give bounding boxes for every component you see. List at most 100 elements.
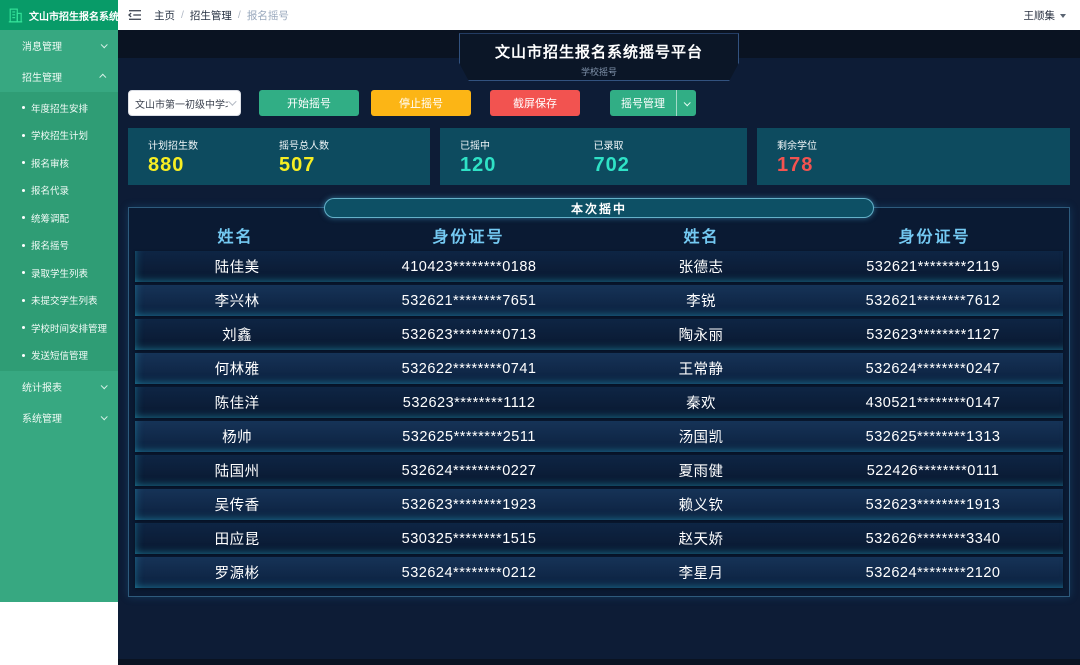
sidebar-subitem[interactable]: 报名审核 bbox=[0, 149, 118, 177]
bullet-icon bbox=[22, 326, 25, 330]
cell-id-number: 532621********7651 bbox=[401, 292, 537, 309]
cell-name: 刘鑫 bbox=[222, 328, 253, 344]
stat-panel: 已摇中 120 已录取 702 bbox=[440, 128, 747, 185]
cell-id-number: 522426********0111 bbox=[866, 462, 1000, 479]
bullet-icon bbox=[22, 133, 25, 137]
column-header: 姓名 bbox=[683, 229, 720, 246]
sidebar-subitem-label: 未提交学生列表 bbox=[31, 296, 98, 308]
stat-panel: 计划招生数 880 摇号总人数 507 bbox=[128, 128, 430, 185]
sidebar-group[interactable]: 消息管理 bbox=[0, 30, 118, 61]
sidebar-subitem[interactable]: 未提交学生列表 bbox=[0, 287, 118, 315]
school-select[interactable]: 文山市第一初级中学北校 bbox=[128, 90, 241, 116]
bullet-icon bbox=[22, 353, 25, 357]
sidebar-subitem-label: 学校招生计划 bbox=[31, 131, 89, 143]
lottery-manage-split-button: 摇号管理 bbox=[610, 90, 696, 116]
menu-collapse-icon[interactable] bbox=[128, 9, 142, 21]
stat-item: 剩余学位 178 bbox=[777, 137, 914, 177]
bullet-icon bbox=[22, 271, 25, 275]
cell-id-number: 532624********0247 bbox=[865, 360, 1001, 377]
cell-id-number: 530325********1515 bbox=[401, 530, 537, 547]
table-row: 李兴林 532621********7651 李锐 532621********761… bbox=[135, 285, 1063, 316]
cell-id-number: 532625********2511 bbox=[402, 428, 536, 445]
sidebar-group-label: 系统管理 bbox=[22, 414, 62, 425]
bullet-icon bbox=[22, 161, 25, 165]
start-lottery-button[interactable]: 开始摇号 bbox=[259, 90, 359, 116]
table-row: 杨帅 532625********2511 汤国凯 532625********131… bbox=[135, 421, 1063, 452]
table-row: 刘鑫 532623********0713 陶永丽 532623********112… bbox=[135, 319, 1063, 350]
table-row: 陆佳美 410423********0188 张德志 532621********21… bbox=[135, 251, 1063, 282]
bullet-icon bbox=[22, 216, 25, 220]
stat-item: 计划招生数 880 bbox=[148, 137, 279, 177]
app-window: 文山市招生报名系统 消息管理 招生管理 年度招生安排 学校招生计划 报名审核 报名代录 统筹… bbox=[0, 0, 1080, 665]
sidebar-subitem[interactable]: 统筹调配 bbox=[0, 204, 118, 232]
user-menu[interactable]: 王顺集 bbox=[1023, 8, 1066, 23]
sidebar-subitem[interactable]: 发送短信管理 bbox=[0, 342, 118, 370]
stat-value: 120 bbox=[460, 153, 497, 176]
sidebar-subitem[interactable]: 报名摇号 bbox=[0, 232, 118, 260]
breadcrumb-separator: / bbox=[237, 9, 241, 21]
building-icon bbox=[8, 8, 23, 22]
sidebar-subitem[interactable]: 录取学生列表 bbox=[0, 259, 118, 287]
sidebar-group-label: 招生管理 bbox=[22, 73, 62, 84]
stat-panel: 剩余学位 178 bbox=[757, 128, 1070, 185]
sidebar-group[interactable]: 统计报表 bbox=[0, 371, 118, 402]
chevron-down-icon bbox=[100, 382, 108, 390]
cell-name: 吴传香 bbox=[214, 498, 260, 514]
sidebar-subitem[interactable]: 年度招生安排 bbox=[0, 94, 118, 122]
lottery-result-panel: 本次摇中 姓名 身份证号 姓名 身份证号 陆佳美 410423********0188 张… bbox=[128, 198, 1070, 597]
controls-bar: 文山市第一初级中学北校 开始摇号 停止摇号 截屏保存 摇号管理 bbox=[128, 90, 1080, 116]
cell-id-number: 430521********0147 bbox=[865, 394, 1001, 411]
column-header: 身份证号 bbox=[898, 229, 971, 246]
cell-id-number: 532624********0212 bbox=[401, 564, 537, 581]
user-name: 王顺集 bbox=[1023, 9, 1056, 22]
breadcrumb-link[interactable]: 主页 bbox=[154, 8, 175, 23]
school-select-value: 文山市第一初级中学北校 bbox=[135, 99, 228, 111]
sidebar-group[interactable]: 系统管理 bbox=[0, 402, 118, 433]
page-banner: 文山市招生报名系统摇号平台 学校摇号 bbox=[459, 33, 739, 81]
sidebar-subitem[interactable]: 报名代录 bbox=[0, 177, 118, 205]
stat-item: 摇号总人数 507 bbox=[279, 137, 410, 177]
column-header: 身份证号 bbox=[432, 229, 505, 246]
lottery-result-title: 本次摇中 bbox=[324, 198, 874, 218]
cell-name: 秦欢 bbox=[686, 396, 717, 412]
table-row: 陆国州 532624********0227 夏雨健 522426********01… bbox=[135, 455, 1063, 486]
stat-value: 702 bbox=[593, 153, 630, 176]
cell-name: 李兴林 bbox=[214, 294, 260, 310]
stat-item: 已摇中 120 bbox=[460, 137, 594, 177]
sidebar-subitem[interactable]: 学校招生计划 bbox=[0, 122, 118, 150]
page-title: 文山市招生报名系统摇号平台 bbox=[494, 44, 703, 61]
lottery-manage-button[interactable]: 摇号管理 bbox=[610, 90, 676, 116]
sidebar-subitem-label: 发送短信管理 bbox=[31, 351, 89, 363]
cell-id-number: 532622********0741 bbox=[401, 360, 537, 377]
sidebar-subitem-label: 年度招生安排 bbox=[31, 103, 89, 115]
cell-name: 李锐 bbox=[686, 294, 717, 310]
stop-lottery-button[interactable]: 停止摇号 bbox=[371, 90, 471, 116]
cell-id-number: 532625********1313 bbox=[865, 428, 1001, 445]
cell-name: 王常静 bbox=[678, 362, 724, 378]
screenshot-save-button[interactable]: 截屏保存 bbox=[490, 90, 580, 116]
cell-name: 陈佳洋 bbox=[214, 396, 260, 412]
cell-name: 罗源彬 bbox=[214, 566, 260, 582]
app-logo: 文山市招生报名系统 bbox=[0, 0, 118, 30]
sidebar-subitem-label: 统筹调配 bbox=[31, 213, 70, 225]
topbar: 主页 / 招生管理 / 报名摇号 王顺集 bbox=[118, 0, 1080, 30]
footer-strip bbox=[118, 659, 1080, 665]
table-row: 罗源彬 532624********0212 李星月 532624********21… bbox=[135, 557, 1063, 588]
cell-name: 李星月 bbox=[678, 566, 724, 582]
cell-name: 汤国凯 bbox=[678, 430, 724, 446]
cell-id-number: 532621********7612 bbox=[865, 292, 1001, 309]
stat-value: 880 bbox=[148, 153, 185, 176]
sidebar-group[interactable]: 招生管理 bbox=[0, 61, 118, 92]
cell-name: 张德志 bbox=[678, 260, 724, 276]
table-header-row: 姓名 身份证号 姓名 身份证号 bbox=[133, 222, 1065, 248]
stat-label: 计划招生数 bbox=[148, 140, 198, 152]
cell-id-number: 532624********0227 bbox=[401, 462, 537, 479]
table-row: 陈佳洋 532623********1112 秦欢 430521********014… bbox=[135, 387, 1063, 418]
sidebar-menu: 消息管理招生管理年度招生安排 学校招生计划报名审核 报名代录统筹调配报名摇号 录取学生… bbox=[0, 30, 118, 433]
cell-id-number: 532626********3340 bbox=[865, 530, 1001, 547]
stat-value: 178 bbox=[777, 153, 814, 176]
breadcrumb-link[interactable]: 招生管理 bbox=[190, 8, 232, 23]
lottery-manage-dropdown[interactable] bbox=[676, 90, 696, 116]
sidebar-subitem[interactable]: 学校时间安排管理 bbox=[0, 314, 118, 342]
table-body: 陆佳美 410423********0188 张德志 532621********21… bbox=[133, 251, 1065, 588]
